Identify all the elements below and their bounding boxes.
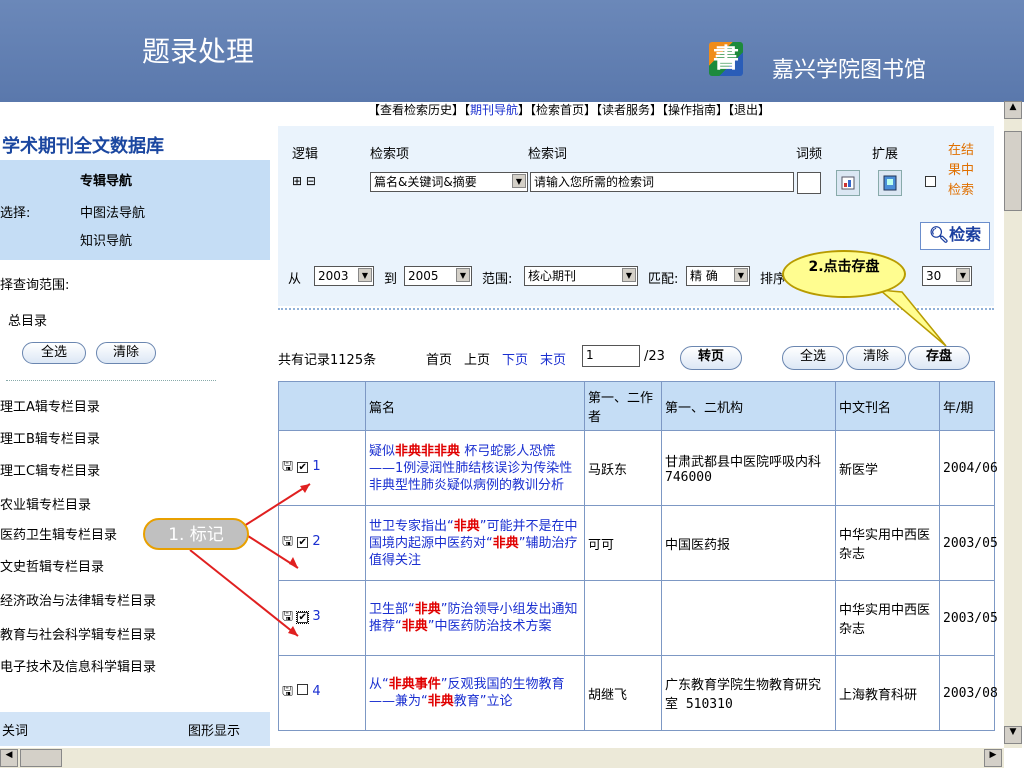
arrow-head-2 bbox=[289, 557, 298, 568]
annotation-arrows bbox=[189, 289, 947, 637]
callout-pointer bbox=[877, 289, 947, 347]
callout-mark: 1. 标记 bbox=[143, 518, 249, 550]
callout-save: 2.点击存盘 bbox=[782, 250, 906, 298]
arrow-head-3 bbox=[288, 626, 298, 636]
arrow-to-row-3 bbox=[189, 549, 299, 637]
arrow-to-row-1 bbox=[243, 483, 311, 527]
